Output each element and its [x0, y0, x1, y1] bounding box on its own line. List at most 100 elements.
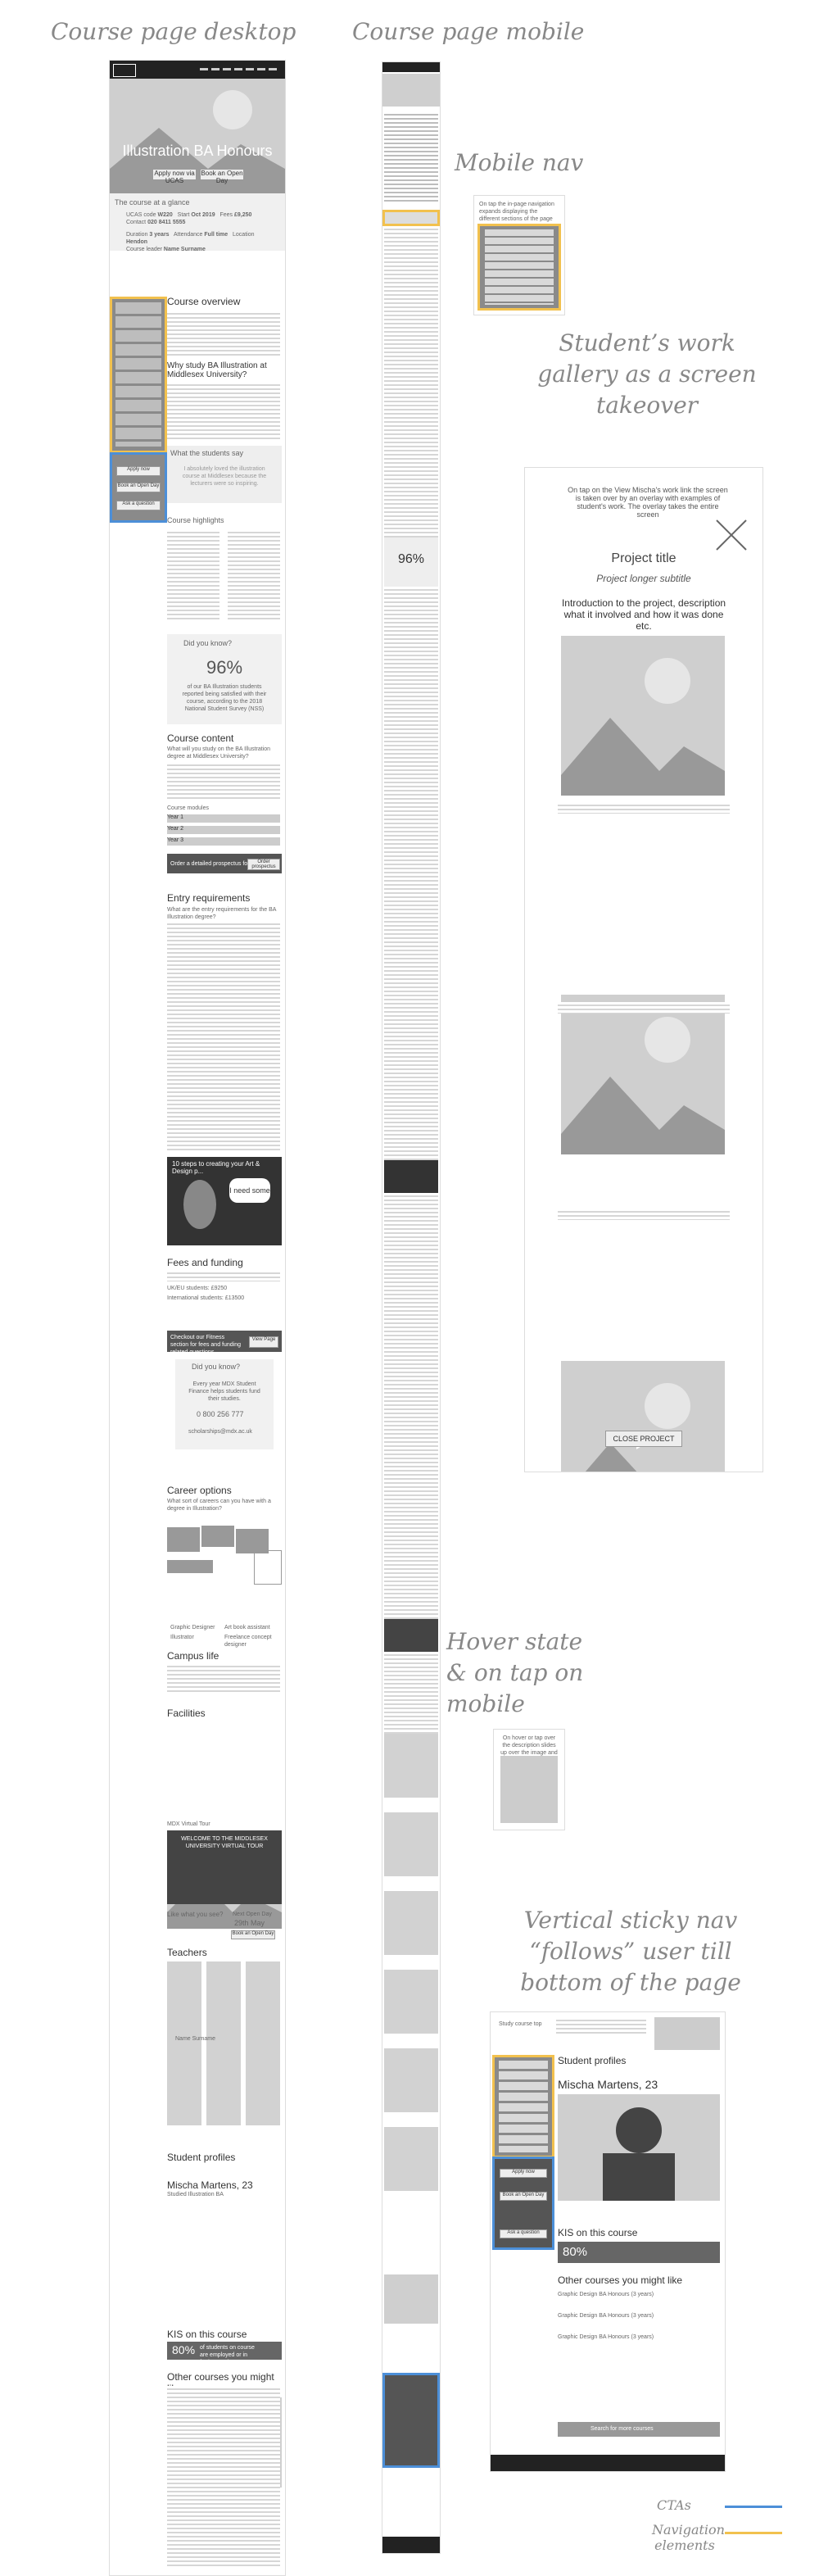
kis-title: KIS on this course	[167, 2329, 247, 2340]
prospectus-bar: Order a detailed prospectus for this cou…	[167, 854, 282, 873]
mobile-teachers	[384, 1734, 438, 2193]
gallery-image-3[interactable]	[561, 1361, 725, 1472]
fees-title: Fees and funding	[167, 1257, 243, 1268]
gallery-caption-2	[558, 1002, 730, 1014]
mobile-nav-list[interactable]	[477, 224, 561, 311]
mobile-video[interactable]	[384, 1160, 438, 1193]
sticky-nav-items[interactable]	[499, 2061, 548, 2152]
finance-cta-text: Checkout our Fitness section for fees an…	[170, 1335, 242, 1355]
module-year-1[interactable]: Year 1	[167, 814, 280, 823]
mobile-hero	[382, 74, 440, 107]
fees-text	[167, 1270, 280, 1281]
gallery-image-1[interactable]	[561, 636, 725, 796]
prospectus-button[interactable]: Order prospectus	[247, 859, 280, 870]
sticky-other-1[interactable]: Graphic Design BA Honours (3 years)	[558, 2291, 654, 2298]
virtual-tour-label: MDX Virtual Tour	[167, 1821, 210, 1827]
project-description: Introduction to the project, description…	[561, 597, 726, 632]
sticky-kis-stat: 80%	[563, 2245, 588, 2259]
virtual-tour[interactable]: WELCOME TO THE MIDDLESEX UNIVERSITY VIRT…	[167, 1830, 282, 1904]
sticky-other-3[interactable]: Graphic Design BA Honours (3 years)	[558, 2333, 654, 2341]
mobile-glance	[384, 111, 438, 202]
stat-value: 96%	[206, 657, 243, 678]
sticky-search[interactable]: Search for more courses	[558, 2422, 720, 2437]
video-bubble: I need some	[229, 1178, 270, 1203]
cta-open-day[interactable]: Book an Open Day	[116, 483, 161, 492]
career-2: Art book assistant	[224, 1625, 270, 1630]
career-card	[167, 1527, 200, 1552]
top-nav[interactable]	[200, 68, 278, 70]
cta-panel[interactable]: Apply now Book an Open Day Ask a questio…	[110, 452, 167, 523]
book-open-day[interactable]: Book an Open Day	[231, 1930, 275, 1939]
module-year-3[interactable]: Year 3	[167, 837, 280, 846]
finance-text: Every year MDX Student Finance helps stu…	[188, 1381, 260, 1402]
email[interactable]: scholarships@mdx.ac.uk	[188, 1428, 252, 1435]
cta-apply[interactable]: Apply now	[116, 466, 161, 476]
finance-info: Did you know? Every year MDX Student Fin…	[175, 1359, 274, 1449]
career-card	[201, 1526, 234, 1547]
sticky-cta-open-day[interactable]: Book an Open Day	[500, 2192, 547, 2201]
mobile-virtual-tour[interactable]	[384, 1619, 438, 1652]
entry-sub: What are the entry requirements for the …	[167, 907, 277, 920]
hover-card[interactable]: On hover or tap over the description sli…	[493, 1729, 565, 1830]
legend-nav-swatch	[725, 2532, 782, 2534]
sticky-other-2[interactable]: Graphic Design BA Honours (3 years)	[558, 2312, 654, 2320]
profiles-title: Student profiles	[167, 2152, 236, 2163]
finance-button[interactable]: View Page	[249, 1336, 278, 1348]
career-3: Illustrator	[170, 1635, 194, 1640]
mobile-nav-expanded: On tap the in-page navigation expands di…	[473, 195, 565, 315]
mobile-stat: 96%	[384, 537, 438, 587]
mobile-cta-panel[interactable]	[382, 2373, 440, 2468]
video-player[interactable]: 10 steps to creating your Art & Design p…	[167, 1157, 282, 1245]
gallery-image-2[interactable]	[561, 995, 725, 1154]
legend-navigation: Navigation elements	[652, 2522, 725, 2553]
mobile-profile	[384, 2274, 438, 2324]
heading-mobile: Course page mobile	[352, 18, 585, 45]
highlights-col-1	[167, 529, 219, 619]
module-year-2[interactable]: Year 2	[167, 826, 280, 834]
sticky-kis-bar: 80%	[558, 2242, 720, 2263]
open-day-button[interactable]: Book an Open Day	[200, 169, 244, 184]
in-page-nav[interactable]	[110, 297, 167, 453]
heading-hover: Hover state & on tap on mobile	[446, 1628, 584, 1717]
students-say-title: What the students say	[170, 449, 244, 457]
sticky-cta-apply[interactable]: Apply now	[500, 2169, 547, 2178]
gallery-caption-3	[558, 1209, 730, 1220]
mobile-nav-toggle[interactable]	[382, 210, 440, 226]
career-1: Graphic Designer	[170, 1625, 215, 1630]
career-card	[167, 1560, 213, 1573]
did-you-know-box: Did you know? 96% of our BA Illustration…	[167, 634, 282, 724]
project-title: Project title	[611, 551, 676, 565]
glance-title: The course at a glance	[115, 198, 190, 206]
sticky-cta[interactable]: Apply now Book an Open Day Ask a questio…	[492, 2156, 554, 2250]
close-icon[interactable]	[715, 519, 748, 551]
sticky-profiles-title: Student profiles	[558, 2055, 627, 2066]
hero-image: Illustration BA Honours Apply now via UC…	[110, 79, 285, 193]
close-project-button[interactable]: CLOSE PROJECT	[605, 1431, 682, 1447]
logo	[113, 64, 136, 77]
cta-question[interactable]: Ask a question	[116, 501, 161, 510]
video-face	[183, 1180, 216, 1229]
teachers-title: Teachers	[167, 1947, 207, 1958]
phone[interactable]: 0 800 256 777	[197, 1410, 244, 1419]
heading-sticky: Vertical sticky nav “follows” user till …	[520, 1907, 741, 1996]
teacher-name[interactable]: Name Surname	[175, 2035, 215, 2043]
sticky-profile-name: Mischa Martens, 23	[558, 2078, 658, 2091]
profile-course: Studied Illustration BA	[167, 2192, 224, 2197]
sticky-wireframe: Study course top Apply now Book an Open …	[490, 2011, 726, 2472]
nav-items[interactable]	[115, 302, 161, 447]
hero-title: Illustration BA Honours	[122, 143, 273, 159]
mobile-nav-items[interactable]	[485, 229, 554, 305]
sticky-nav[interactable]	[492, 2055, 554, 2158]
virtual-tour-title: WELCOME TO THE MIDDLESEX UNIVERSITY VIRT…	[181, 1836, 268, 1849]
mobile-wireframe: 96%	[382, 61, 441, 2554]
apply-button[interactable]: Apply now via UCAS	[152, 169, 197, 184]
like-what: Like what you see?	[167, 1911, 224, 1918]
sticky-cta-question[interactable]: Ask a question	[500, 2229, 547, 2238]
open-day-date: 29th May	[234, 1919, 265, 1927]
next-open-day: Next Open Day	[233, 1912, 272, 1917]
careers-sub: What sort of careers can you have with a…	[167, 1499, 271, 1512]
students-say: What the students say I absolutely loved…	[167, 446, 282, 503]
stat-text: of our BA Illustration students reported…	[182, 684, 267, 712]
overview-text	[167, 311, 280, 356]
kis-bar: 80% of students on course are employed o…	[167, 2342, 282, 2365]
